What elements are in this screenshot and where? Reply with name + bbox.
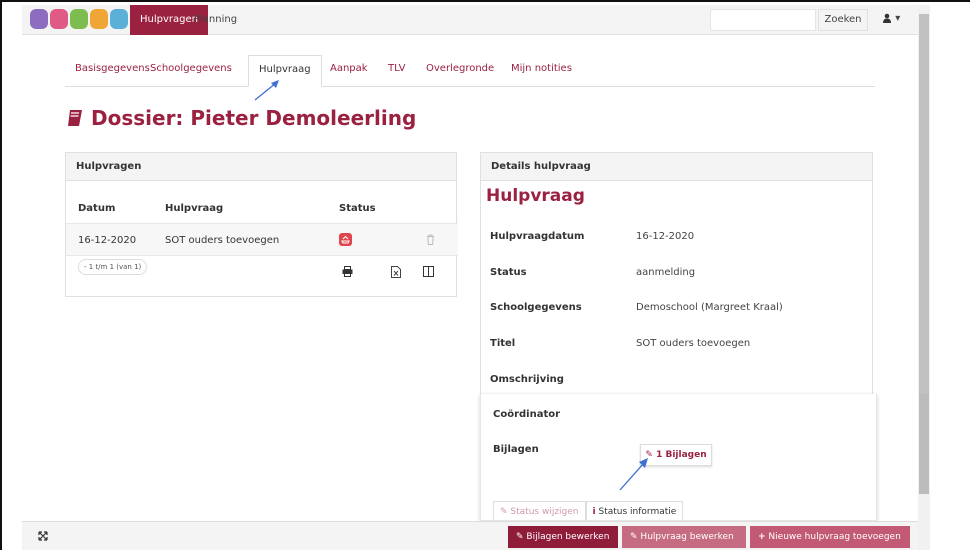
- logo[interactable]: [30, 9, 128, 31]
- field-label: Hulpvraagdatum: [490, 231, 585, 242]
- row-datum: 16-12-2020: [78, 235, 137, 246]
- footer-toolbar: ✎ Bijlagen bewerken ✎ Hulpvraag bewerken…: [22, 521, 918, 550]
- status-change-button[interactable]: ✎ Status wijzigen: [493, 501, 586, 523]
- pencil-icon: ✎: [630, 532, 638, 542]
- field-label: Schoolgegevens: [490, 302, 582, 313]
- arrow-annotation-icon: [619, 458, 648, 491]
- print-icon[interactable]: [342, 266, 353, 277]
- page-title: Dossier: Pieter Demoleerling: [65, 106, 416, 130]
- book-icon: [68, 110, 82, 126]
- arrow-annotation-icon: [254, 80, 279, 101]
- trash-icon[interactable]: [426, 234, 435, 245]
- pager[interactable]: - 1 t/m 1 (van 1): [78, 259, 148, 275]
- chevron-down-icon: ▾: [895, 13, 901, 24]
- field-value: aanmelding: [636, 267, 696, 278]
- nav-tab-planning[interactable]: Planning: [184, 5, 247, 35]
- column-header[interactable]: Hulpvraag: [165, 203, 223, 214]
- edit-attachments-button[interactable]: ✎ Bijlagen bewerken: [508, 526, 618, 548]
- column-header[interactable]: Datum: [78, 203, 115, 214]
- field-label: Omschrijving: [490, 374, 564, 385]
- edit-request-button[interactable]: ✎ Hulpvraag bewerken: [622, 526, 746, 548]
- row-hulpvraag: SOT ouders toevoegen: [165, 235, 280, 246]
- plus-icon: +: [758, 532, 766, 542]
- pencil-icon: ✎: [516, 532, 524, 542]
- tab-mijn-notities[interactable]: Mijn notities: [511, 55, 572, 87]
- tab-schoolgegevens[interactable]: Schoolgegevens: [150, 55, 232, 87]
- top-navbar: Hulpvragen Planning Zoeken ▾: [22, 5, 918, 35]
- tab-basisgegevens[interactable]: Basisgegevens: [75, 55, 150, 87]
- user-icon: [883, 13, 891, 23]
- tab-tlv[interactable]: TLV: [388, 55, 405, 87]
- status-icon[interactable]: [339, 233, 352, 246]
- field-value: Demoschool (Margreet Kraal): [636, 302, 783, 313]
- field-label: Coördinator: [493, 409, 561, 420]
- table-row[interactable]: 16-12-2020 SOT ouders toevoegen: [66, 223, 458, 256]
- dossier-tabs: Basisgegevens Schoolgegevens Hulpvraag A…: [65, 55, 875, 87]
- details-title: Hulpvraag: [486, 186, 585, 206]
- field-label: Titel: [490, 338, 516, 349]
- scrollbar-thumb-inner[interactable]: [919, 394, 929, 494]
- search-input[interactable]: [710, 9, 816, 31]
- new-request-button[interactable]: + Nieuwe hulpvraag toevoegen: [750, 526, 910, 548]
- scrollbar-thumb[interactable]: [919, 14, 929, 394]
- panel-heading: Hulpvragen: [66, 153, 456, 181]
- search-button[interactable]: Zoeken: [818, 9, 868, 31]
- field-label: Bijlagen: [493, 444, 539, 455]
- pencil-icon: ✎: [500, 507, 508, 517]
- field-value: 16-12-2020: [636, 231, 695, 242]
- field-value: SOT ouders toevoegen: [636, 338, 751, 349]
- excel-icon[interactable]: [391, 266, 401, 278]
- status-info-button[interactable]: i Status informatie: [585, 501, 684, 523]
- column-header[interactable]: Status: [339, 203, 376, 214]
- field-label: Status: [490, 267, 527, 278]
- status-actions: ✎ Status wijzigen i Status informatie: [493, 501, 684, 523]
- info-icon: i: [592, 507, 596, 517]
- panel-heading: Details hulpvraag: [481, 153, 872, 181]
- tab-aanpak[interactable]: Aanpak: [330, 55, 368, 87]
- tab-overlegronde[interactable]: Overlegronde: [426, 55, 494, 87]
- hulpvragen-panel: Hulpvragen Datum Hulpvraag Status 16-12-…: [65, 152, 458, 297]
- fullscreen-icon[interactable]: [38, 531, 48, 541]
- user-menu-button[interactable]: ▾: [882, 13, 900, 24]
- columns-icon[interactable]: [423, 266, 434, 277]
